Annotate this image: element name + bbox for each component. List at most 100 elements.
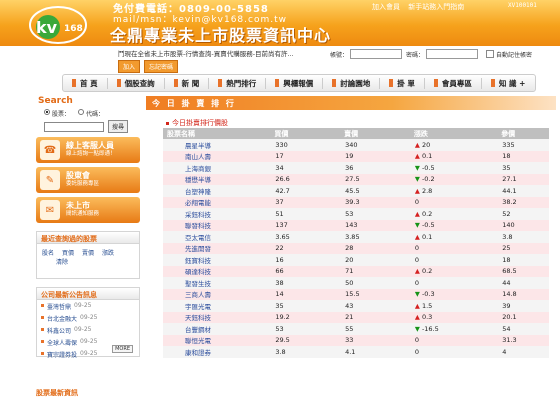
- buy-price: 22: [252, 242, 323, 254]
- password-input[interactable]: [426, 49, 479, 59]
- table-row[interactable]: 必翔電能 37 39.3 0 38.2: [163, 196, 549, 208]
- stock-name-link[interactable]: 天鈺科技: [163, 311, 253, 323]
- table-row[interactable]: 碩達科技 66 71 ▲ 0.2 68.5: [163, 265, 549, 277]
- sell-price: 39.3: [322, 196, 392, 208]
- nav-marker-icon: [173, 79, 178, 87]
- stock-name-link[interactable]: 鈺寶科技: [163, 254, 253, 266]
- news-item[interactable]: 科鑫公司 09-25: [37, 324, 139, 336]
- table-row[interactable]: 台塑神隆 42.7 45.5 ▲ 2.8 44.1: [163, 185, 549, 197]
- price-change: 0: [391, 334, 480, 346]
- table-row[interactable]: 天鈺科技 19.2 21 ▲ 0.3 20.1: [163, 311, 549, 323]
- radio-code[interactable]: [78, 109, 85, 115]
- sell-price: 71: [322, 265, 392, 277]
- table-row[interactable]: 台豐鋼材 53 55 ▼ -16.5 54: [163, 323, 549, 335]
- promo-unlisted-notify[interactable]: ✉ 未上市 間訊通知服務: [36, 197, 140, 223]
- nav-hot-ranking[interactable]: 熱門排行: [209, 77, 267, 89]
- nav-home[interactable]: 首 頁: [63, 77, 108, 89]
- sell-price: 27.5: [322, 173, 392, 185]
- price-change-value: 1.5: [421, 301, 433, 310]
- stock-name-link[interactable]: 台塑神隆: [163, 185, 253, 197]
- arrow-up-icon: ▲: [414, 209, 422, 218]
- buy-price: 53: [252, 323, 323, 335]
- sell-price: 143: [322, 219, 392, 231]
- nav-forum[interactable]: 討論園地: [323, 77, 381, 89]
- news-item[interactable]: 臺灣哲鼎 09-25: [37, 300, 139, 312]
- stock-name-link[interactable]: 聯發科技: [163, 219, 253, 231]
- price-change: 0: [391, 254, 480, 266]
- recent-col-sell[interactable]: 賣價: [82, 248, 94, 257]
- marquee-ticker[interactable]: 鬥現在全省未上市股票-行情查詢-買賣代購服務-目前尚有許...: [118, 48, 318, 58]
- table-row[interactable]: 聯發科技 137 143 ▼ -0.5 140: [163, 219, 549, 231]
- recent-col-change[interactable]: 漲跌: [102, 248, 114, 257]
- radio-stock[interactable]: [44, 109, 50, 115]
- stock-name-link[interactable]: 康和證券: [163, 346, 253, 358]
- join-member-link[interactable]: 加入會員: [372, 3, 400, 11]
- table-row[interactable]: 亞太電信 3.65 3.85 ▲ 0.1 3.8: [163, 231, 549, 243]
- table-row[interactable]: 鈺寶科技 16 20 0 18: [163, 254, 549, 266]
- nav-emerging-quotes[interactable]: 興櫃報價: [266, 77, 324, 89]
- join-button[interactable]: 加入: [118, 60, 141, 73]
- promo-online-service[interactable]: ☎ 線上客服人員 線上諮詢一點即通！: [36, 137, 140, 163]
- nav-knowledge[interactable]: 知 識 +: [482, 78, 535, 89]
- buy-price: 51: [252, 208, 323, 220]
- table-row[interactable]: 晨星半導 330 340 ▲ 20 335: [163, 139, 549, 151]
- stock-name-link[interactable]: 碩達科技: [163, 265, 253, 277]
- table-row[interactable]: 聯恒光電 29.5 33 0 31.3: [163, 334, 549, 346]
- newbie-guide-link[interactable]: 新手站務入門指南: [408, 3, 464, 11]
- recent-clear-link[interactable]: 清除: [56, 257, 68, 266]
- kv168-logo[interactable]: kv 168: [26, 3, 96, 45]
- stock-name-link[interactable]: 上海商銀: [163, 162, 253, 174]
- more-button[interactable]: MORE: [112, 345, 133, 353]
- stock-name-link[interactable]: 三商人壽: [163, 288, 253, 300]
- recent-col-name[interactable]: 股名: [42, 248, 54, 257]
- table-row[interactable]: 先進開發 22 28 0 25: [163, 242, 549, 254]
- price-change: ▲ 0.2: [391, 208, 480, 220]
- buy-price: 330: [252, 139, 323, 151]
- table-row[interactable]: 三商人壽 14 15.5 ▼ -0.3 14.8: [163, 288, 549, 300]
- stock-name-link[interactable]: 穩懋半導: [163, 173, 253, 185]
- table-row[interactable]: 南山人壽 17 19 ▲ 0.1 18: [163, 150, 549, 162]
- table-row[interactable]: 宇匯光電 35 43 ▲ 1.5 39: [163, 300, 549, 312]
- buy-price: 19.2: [252, 311, 323, 323]
- table-row[interactable]: 聖發生技 38 50 0 44: [163, 277, 549, 289]
- promo-shareholder-meeting[interactable]: ✎ 股東會 委託服務專區: [36, 167, 140, 193]
- nav-member-area[interactable]: 會員專區: [425, 77, 482, 89]
- table-row[interactable]: 上海商銀 34 36 ▼ -0.5 35: [163, 162, 549, 174]
- stock-name-link[interactable]: 亞太電信: [163, 231, 253, 243]
- stock-name-link[interactable]: 采鈺科技: [163, 208, 253, 220]
- stock-name-link[interactable]: 晨星半導: [163, 139, 253, 151]
- announcements-box: 公司最新公告訊息 臺灣哲鼎 09-25 台北金融大 09-25 科鑫公司 09-25 …: [36, 287, 140, 359]
- site-slogan: 全鼎專業未上市股票資訊中心: [110, 26, 332, 45]
- remember-checkbox[interactable]: [486, 50, 495, 58]
- search-input[interactable]: [44, 121, 104, 132]
- forgot-password-button[interactable]: 忘記密碼: [144, 60, 179, 73]
- reference-price: 44: [479, 277, 549, 289]
- stock-name-link[interactable]: 南山人壽: [163, 150, 253, 162]
- nav-news[interactable]: 新 聞: [165, 77, 210, 89]
- stock-name-link[interactable]: 聯恒光電: [163, 334, 253, 346]
- password-label: 密碼：: [406, 51, 425, 59]
- svg-text:kv: kv: [36, 18, 58, 37]
- search-button[interactable]: 搜尋: [108, 120, 129, 133]
- table-row[interactable]: 采鈺科技 51 53 ▲ 0.2 52: [163, 208, 549, 220]
- price-change-value: 0: [414, 255, 420, 264]
- price-change: ▲ 0.2: [391, 265, 480, 277]
- stock-name-link[interactable]: 必翔電能: [163, 196, 253, 208]
- price-change-value: 0: [414, 347, 420, 356]
- table-row[interactable]: 穩懋半導 26.6 27.5 ▼ -0.2 27.1: [163, 173, 549, 185]
- site-header: kv 168 免付費電話：0809-00-5858 mail/msn：kevin…: [0, 0, 560, 46]
- stock-name-link[interactable]: 聖發生技: [163, 277, 253, 289]
- account-input[interactable]: [350, 49, 403, 59]
- nav-orders[interactable]: 掛 單: [380, 77, 425, 89]
- table-row[interactable]: 康和證券 3.8 4.1 0 4: [163, 346, 549, 358]
- bullet-icon: [41, 351, 44, 355]
- stock-name-link[interactable]: 台豐鋼材: [163, 323, 253, 335]
- document-icon: ✎: [40, 170, 60, 190]
- arrow-up-icon: ▲: [414, 313, 422, 322]
- sell-price: 43: [322, 300, 392, 312]
- recent-col-buy[interactable]: 買價: [62, 248, 74, 257]
- stock-name-link[interactable]: 宇匯光電: [163, 300, 253, 312]
- news-item[interactable]: 台北金融大 09-25: [37, 312, 139, 324]
- nav-stock-search[interactable]: 個股查詢: [108, 77, 165, 89]
- stock-name-link[interactable]: 先進開發: [163, 242, 253, 254]
